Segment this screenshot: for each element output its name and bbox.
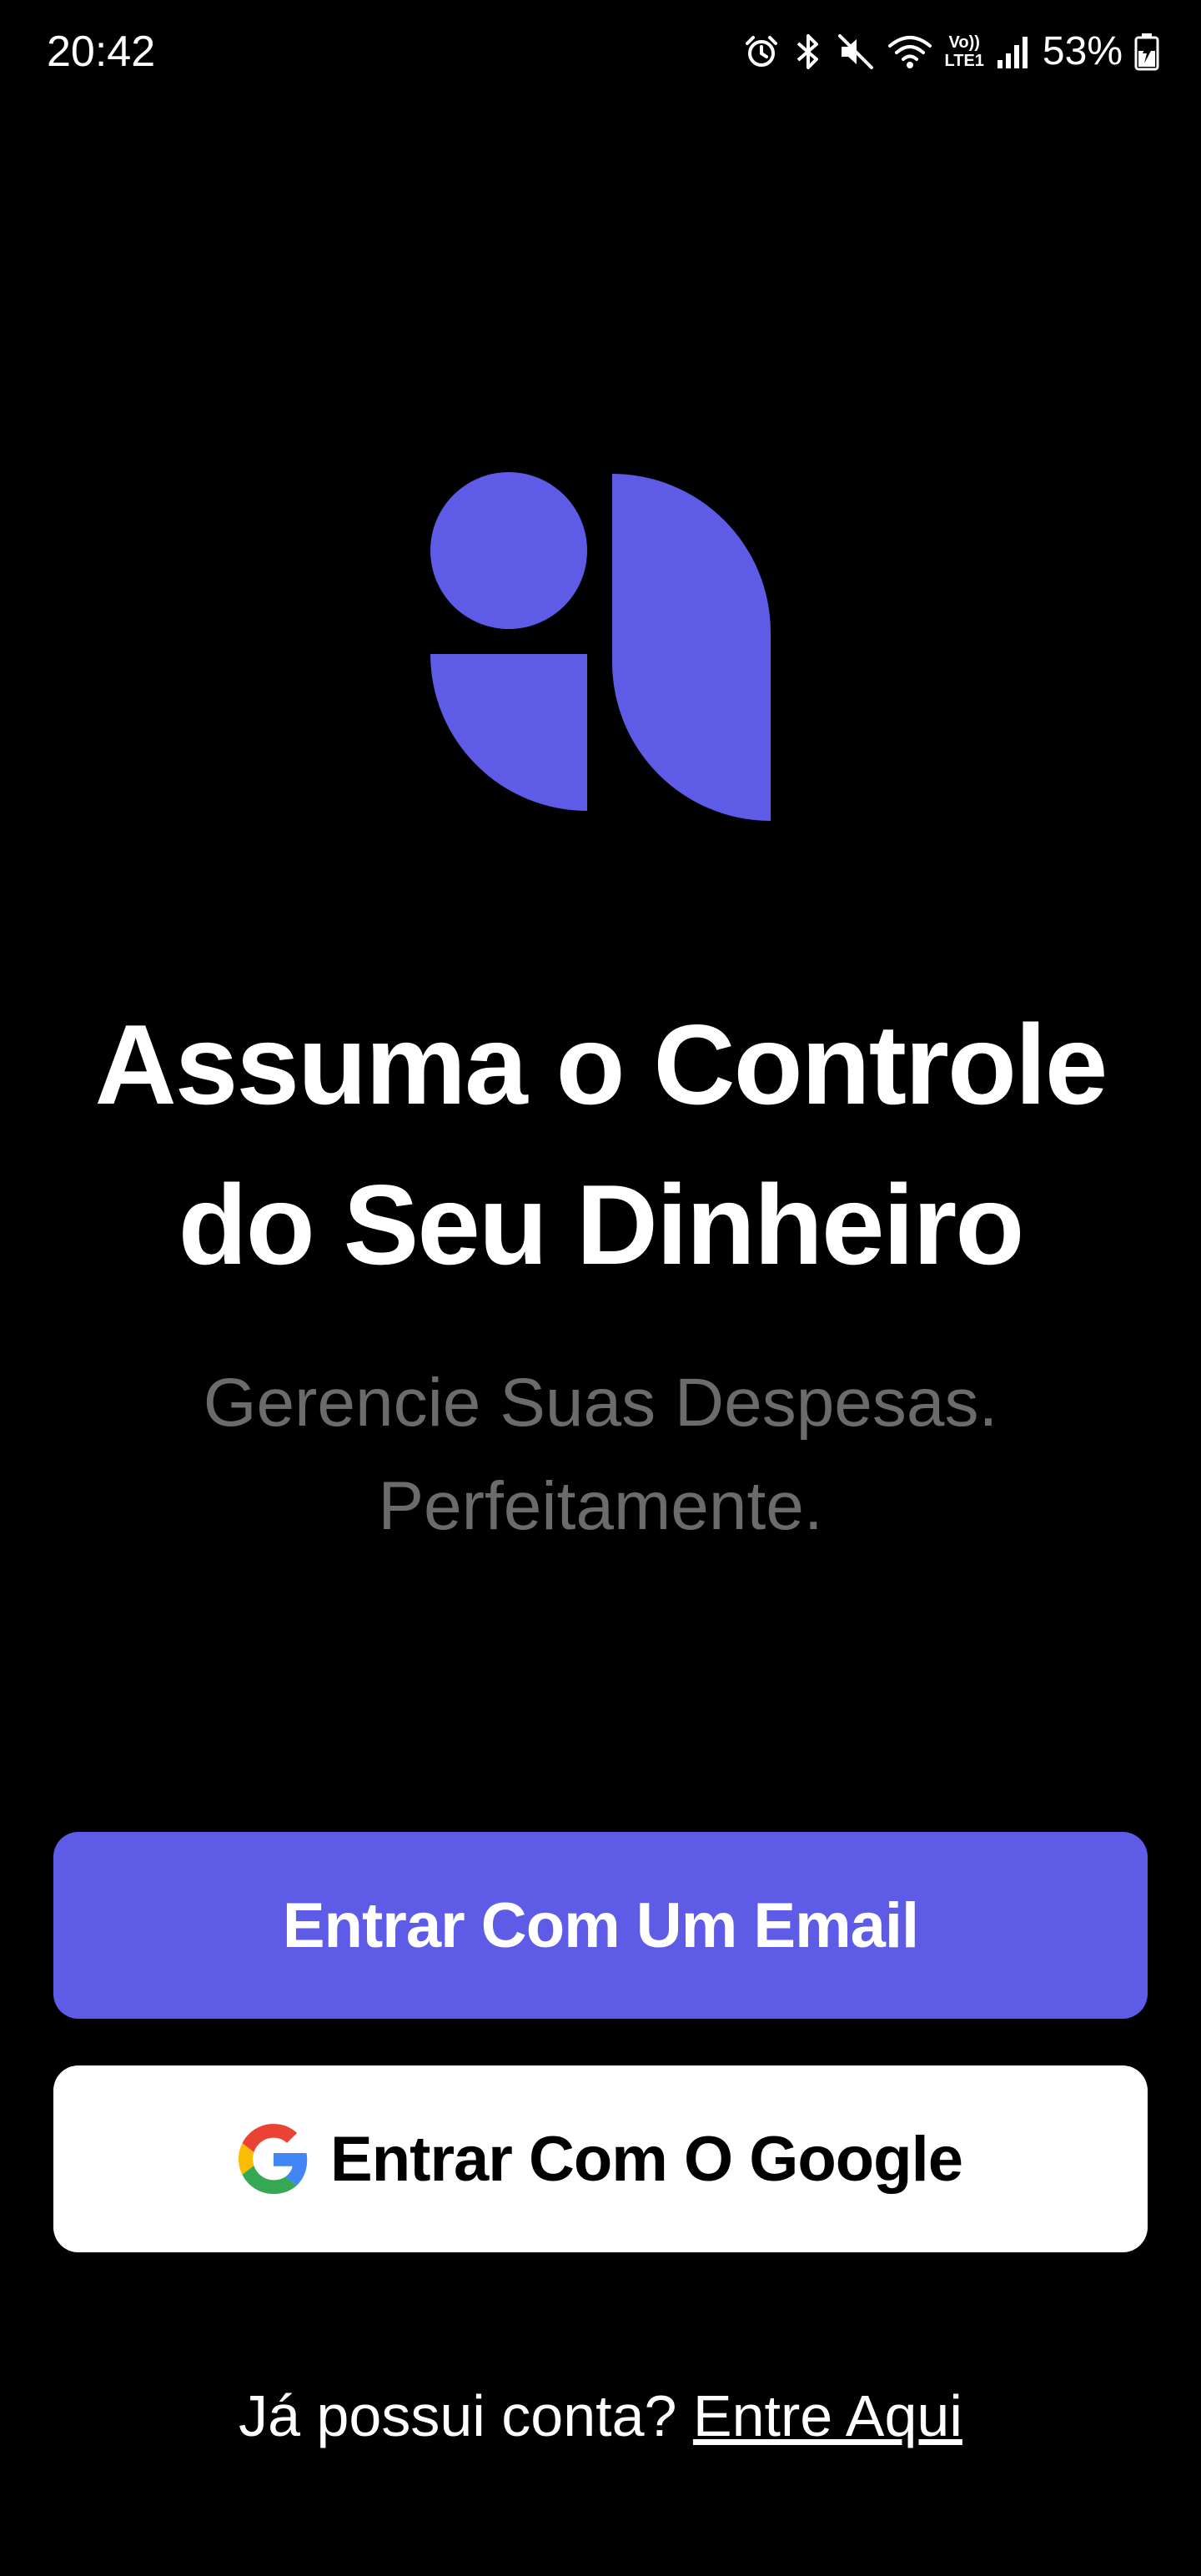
login-prompt: Já possui conta? Entre Aqui bbox=[0, 2376, 1201, 2456]
signal-icon bbox=[996, 33, 1031, 70]
wifi-icon bbox=[887, 33, 933, 71]
app-logo-icon bbox=[430, 472, 771, 821]
mute-icon bbox=[837, 33, 875, 71]
status-icons: Vo)) LTE1 53% bbox=[743, 25, 1160, 78]
status-bar: 20:42 Vo)) LTE1 53% bbox=[0, 0, 1201, 103]
email-login-button-label: Entrar Com Um Email bbox=[282, 1889, 919, 1961]
page-title: Assuma o Controle do Seu Dinheiro bbox=[0, 984, 1201, 1305]
status-time: 20:42 bbox=[47, 28, 156, 76]
google-login-button[interactable]: Entrar Com O Google bbox=[53, 2065, 1148, 2252]
lte-top-label: Vo)) bbox=[948, 33, 980, 52]
login-link[interactable]: Entre Aqui bbox=[693, 2383, 962, 2448]
battery-charging-icon bbox=[1134, 33, 1159, 71]
email-login-button[interactable]: Entrar Com Um Email bbox=[53, 1832, 1148, 2019]
title-line-1: Assuma o Controle bbox=[94, 1001, 1108, 1128]
battery-percent: 53% bbox=[1042, 29, 1123, 73]
google-icon bbox=[239, 2124, 309, 2194]
title-line-2: do Seu Dinheiro bbox=[178, 1161, 1025, 1288]
page-subtitle: Gerencie Suas Despesas. Perfeitamente. bbox=[0, 1351, 1201, 1558]
google-login-button-label: Entrar Com O Google bbox=[330, 2123, 963, 2195]
lte-icon: Vo)) LTE1 bbox=[945, 33, 984, 70]
lte-bottom-label: LTE1 bbox=[944, 52, 984, 70]
login-prompt-text: Já possui conta? bbox=[239, 2383, 693, 2448]
alarm-icon bbox=[743, 33, 780, 70]
subtitle-line-2: Perfeitamente. bbox=[378, 1468, 823, 1544]
bluetooth-icon bbox=[791, 33, 825, 71]
subtitle-line-1: Gerencie Suas Despesas. bbox=[203, 1365, 998, 1441]
